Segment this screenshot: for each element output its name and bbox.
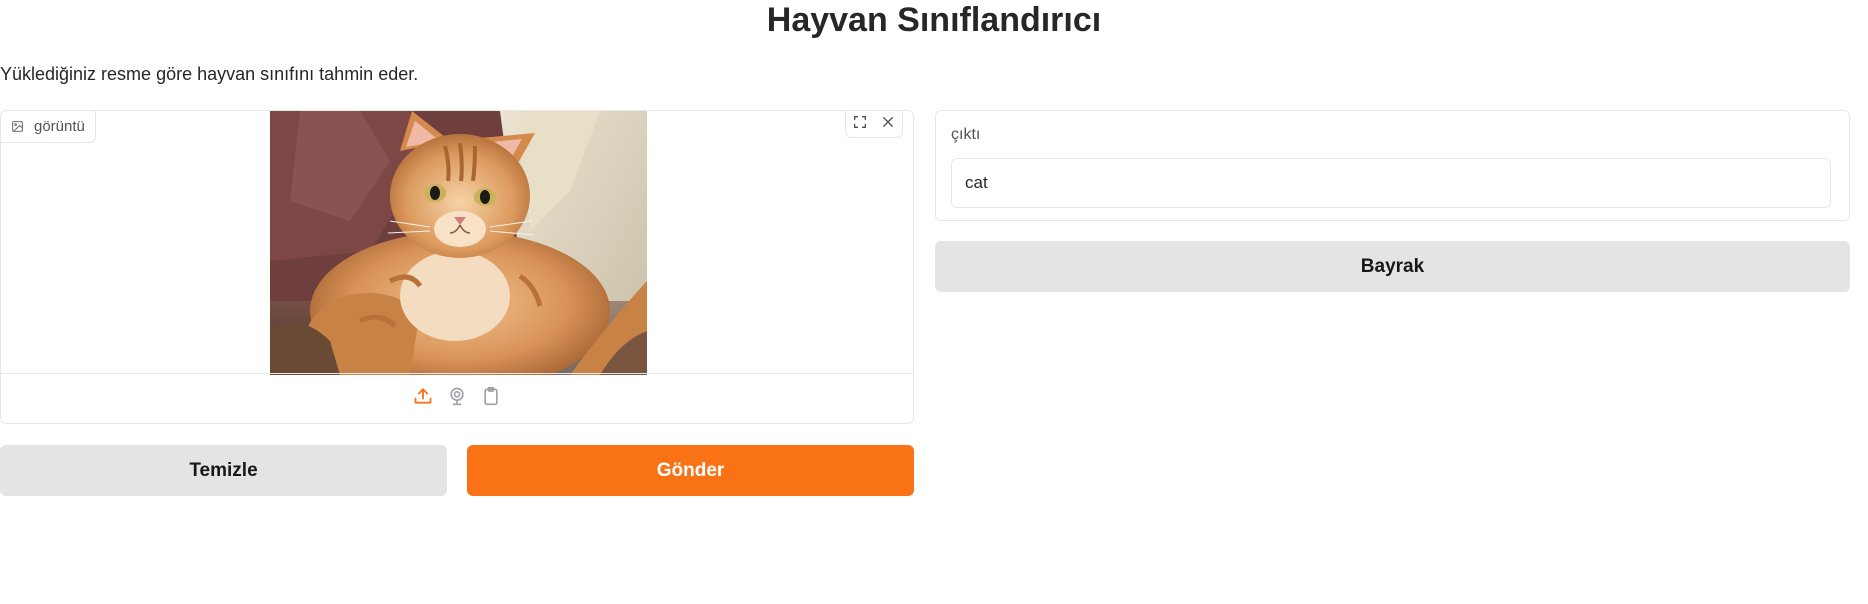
image-source-bar [1,373,913,423]
image-icon [11,120,24,133]
uploaded-cat-image [270,111,647,375]
clear-button[interactable]: Temizle [0,445,447,496]
image-input-label-text: görüntü [34,118,85,135]
page-title: Hayvan Sınıflandırıcı [766,1,1102,39]
page-description: Yüklediğiniz resme göre hayvan sınıfını … [0,64,419,84]
clipboard-source-button[interactable] [480,386,502,412]
output-panel: çıktı cat [935,110,1850,221]
fullscreen-icon [852,114,868,135]
image-input-label: görüntü [1,111,96,143]
image-toolbar [845,111,903,138]
output-label: çıktı [951,126,981,143]
clear-image-button[interactable] [874,111,902,137]
output-textbox[interactable]: cat [951,158,1831,208]
webcam-icon [447,386,467,411]
fullscreen-button[interactable] [846,111,874,137]
app-page: Hayvan Sınıflandırıcı Yüklediğiniz resme… [0,0,1868,604]
submit-button[interactable]: Gönder [467,445,914,496]
clipboard-icon [481,386,501,411]
flag-button[interactable]: Bayrak [935,241,1850,292]
upload-source-button[interactable] [412,386,434,412]
upload-icon [413,386,433,411]
close-icon [880,114,896,135]
image-input-panel[interactable]: görüntü [0,110,914,424]
webcam-source-button[interactable] [446,386,468,412]
